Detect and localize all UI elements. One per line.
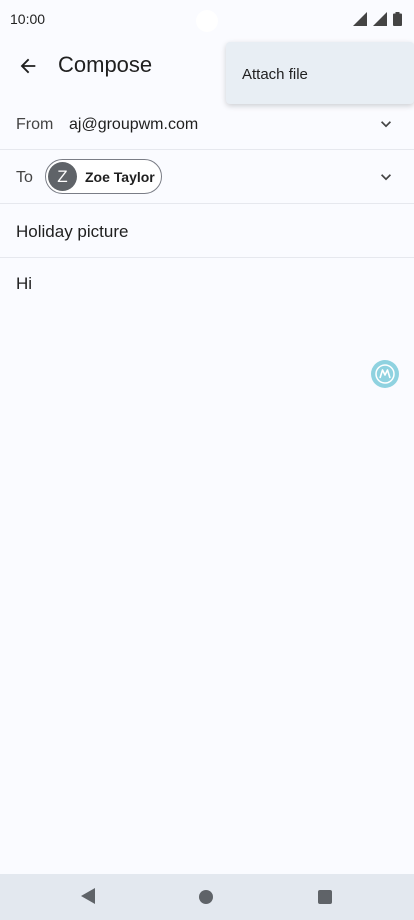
signal-icon <box>353 12 367 26</box>
to-label: To <box>16 169 33 186</box>
to-expand-button[interactable] <box>376 167 396 187</box>
body-field[interactable]: Hi <box>16 274 32 294</box>
arrow-left-icon <box>20 58 36 74</box>
status-icons <box>353 12 402 26</box>
motorola-m-icon <box>375 364 395 384</box>
to-row[interactable]: To Z Zoe Taylor <box>0 150 414 204</box>
camera-cutout <box>196 10 218 32</box>
attach-file-menu-item[interactable]: Attach file <box>242 66 308 83</box>
recipient-chip[interactable]: Z Zoe Taylor <box>45 159 162 194</box>
chevron-down-icon <box>381 174 391 181</box>
avatar: Z <box>48 162 77 191</box>
nav-home-icon[interactable] <box>199 890 213 904</box>
motorola-logo-icon[interactable] <box>371 360 399 388</box>
page-title: Compose <box>58 52 153 77</box>
from-label: From <box>16 116 54 133</box>
status-time: 10:00 <box>10 11 46 27</box>
system-nav-bar <box>0 874 414 920</box>
from-row[interactable]: From aj@groupwm.com <box>0 98 414 150</box>
chevron-down-icon <box>381 121 391 128</box>
from-expand-button[interactable] <box>376 114 396 134</box>
overflow-menu: Attach file <box>226 42 414 104</box>
status-bar: 10:00 <box>0 0 414 38</box>
signal-icon <box>373 12 387 26</box>
back-button[interactable] <box>12 50 44 82</box>
nav-recents-icon[interactable] <box>318 890 332 904</box>
subject-row[interactable]: Holiday picture <box>0 204 414 258</box>
nav-back-icon[interactable] <box>80 887 96 905</box>
recipient-name: Zoe Taylor <box>85 169 155 185</box>
battery-icon <box>393 12 402 26</box>
subject-field[interactable]: Holiday picture <box>16 222 128 242</box>
from-address[interactable]: aj@groupwm.com <box>69 116 198 134</box>
